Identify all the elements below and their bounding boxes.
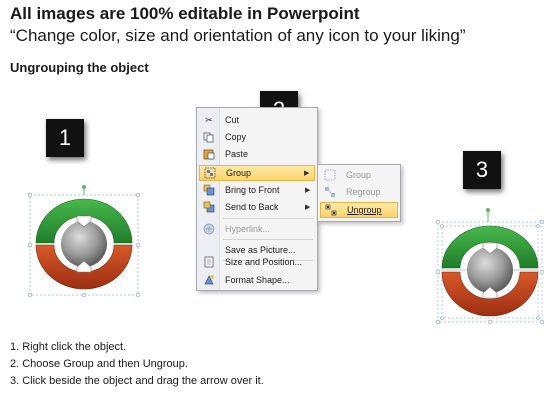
submenu-item-group[interactable]: Group bbox=[320, 167, 398, 183]
menu-item-label: Cut bbox=[225, 115, 240, 125]
menu-item-copy[interactable]: Copy bbox=[199, 129, 315, 145]
menu-item-group[interactable]: Group ▶ bbox=[199, 165, 315, 181]
bring-to-front-icon bbox=[202, 184, 216, 196]
submenu-item-label: Regroup bbox=[346, 187, 381, 197]
menu-item-cut[interactable]: ✂ Cut bbox=[199, 112, 315, 128]
instruction-step-2: 2. Choose Group and then Ungroup. bbox=[10, 358, 188, 370]
submenu-item-ungroup[interactable]: Ungroup bbox=[320, 202, 398, 218]
regroup-icon bbox=[323, 186, 337, 198]
paste-icon bbox=[202, 148, 216, 160]
menu-item-hyperlink[interactable]: Hyperlink... bbox=[199, 221, 315, 237]
menu-item-label: Format Shape... bbox=[225, 275, 290, 285]
ungroup-icon bbox=[324, 204, 338, 216]
size-position-icon bbox=[202, 256, 216, 268]
scissors-icon: ✂ bbox=[205, 114, 213, 125]
menu-item-label: Send to Back bbox=[225, 202, 279, 212]
group-icon bbox=[203, 167, 217, 179]
menu-item-size-and-position[interactable]: Size and Position... bbox=[199, 254, 315, 270]
menu-item-send-to-back[interactable]: Send to Back ▶ bbox=[199, 199, 315, 215]
copy-icon bbox=[202, 131, 216, 143]
context-menu: ✂ Cut Copy Paste Group ▶ Bring to Front … bbox=[196, 107, 318, 291]
cycle-diagram-1[interactable] bbox=[22, 183, 146, 303]
submenu-arrow-icon: ▶ bbox=[305, 187, 311, 194]
submenu-item-label: Ungroup bbox=[347, 205, 382, 215]
step-badge-3: 3 bbox=[463, 151, 501, 189]
menu-item-label: Copy bbox=[225, 132, 247, 142]
menu-item-format-shape[interactable]: Format Shape... bbox=[199, 272, 315, 288]
menu-divider bbox=[223, 218, 313, 219]
page-title: All images are 100% editable in Powerpoi… bbox=[10, 4, 360, 23]
instructions-list: 1. Right click the object. 2. Choose Gro… bbox=[10, 339, 264, 390]
menu-item-paste[interactable]: Paste bbox=[199, 146, 315, 162]
group-icon bbox=[323, 169, 337, 181]
submenu-item-label: Group bbox=[346, 170, 372, 180]
menu-item-label: Bring to Front bbox=[225, 185, 280, 195]
menu-item-label: Paste bbox=[225, 149, 249, 159]
instruction-step-1: 1. Right click the object. bbox=[10, 341, 127, 353]
menu-item-label: Size and Position... bbox=[225, 257, 303, 267]
section-title: Ungrouping the object bbox=[10, 60, 149, 75]
page-subtitle: “Change color, size and orientation of a… bbox=[10, 26, 466, 45]
format-shape-icon bbox=[202, 274, 216, 286]
instruction-step-3: 3. Click beside the object and drag the … bbox=[10, 375, 264, 387]
menu-item-bring-to-front[interactable]: Bring to Front ▶ bbox=[199, 182, 315, 198]
group-submenu: Group Regroup Ungroup bbox=[317, 164, 401, 222]
gray-sphere bbox=[61, 221, 107, 267]
submenu-item-regroup[interactable]: Regroup bbox=[320, 184, 398, 200]
menu-item-label: Hyperlink... bbox=[225, 224, 271, 234]
menu-divider bbox=[223, 239, 313, 240]
hyperlink-icon bbox=[202, 223, 216, 235]
cycle-diagram-3[interactable] bbox=[430, 206, 552, 328]
submenu-arrow-icon: ▶ bbox=[304, 170, 310, 177]
send-to-back-icon bbox=[202, 201, 216, 213]
menu-item-label: Group bbox=[226, 168, 252, 178]
step-badge-1: 1 bbox=[46, 119, 84, 157]
submenu-arrow-icon: ▶ bbox=[305, 204, 311, 211]
